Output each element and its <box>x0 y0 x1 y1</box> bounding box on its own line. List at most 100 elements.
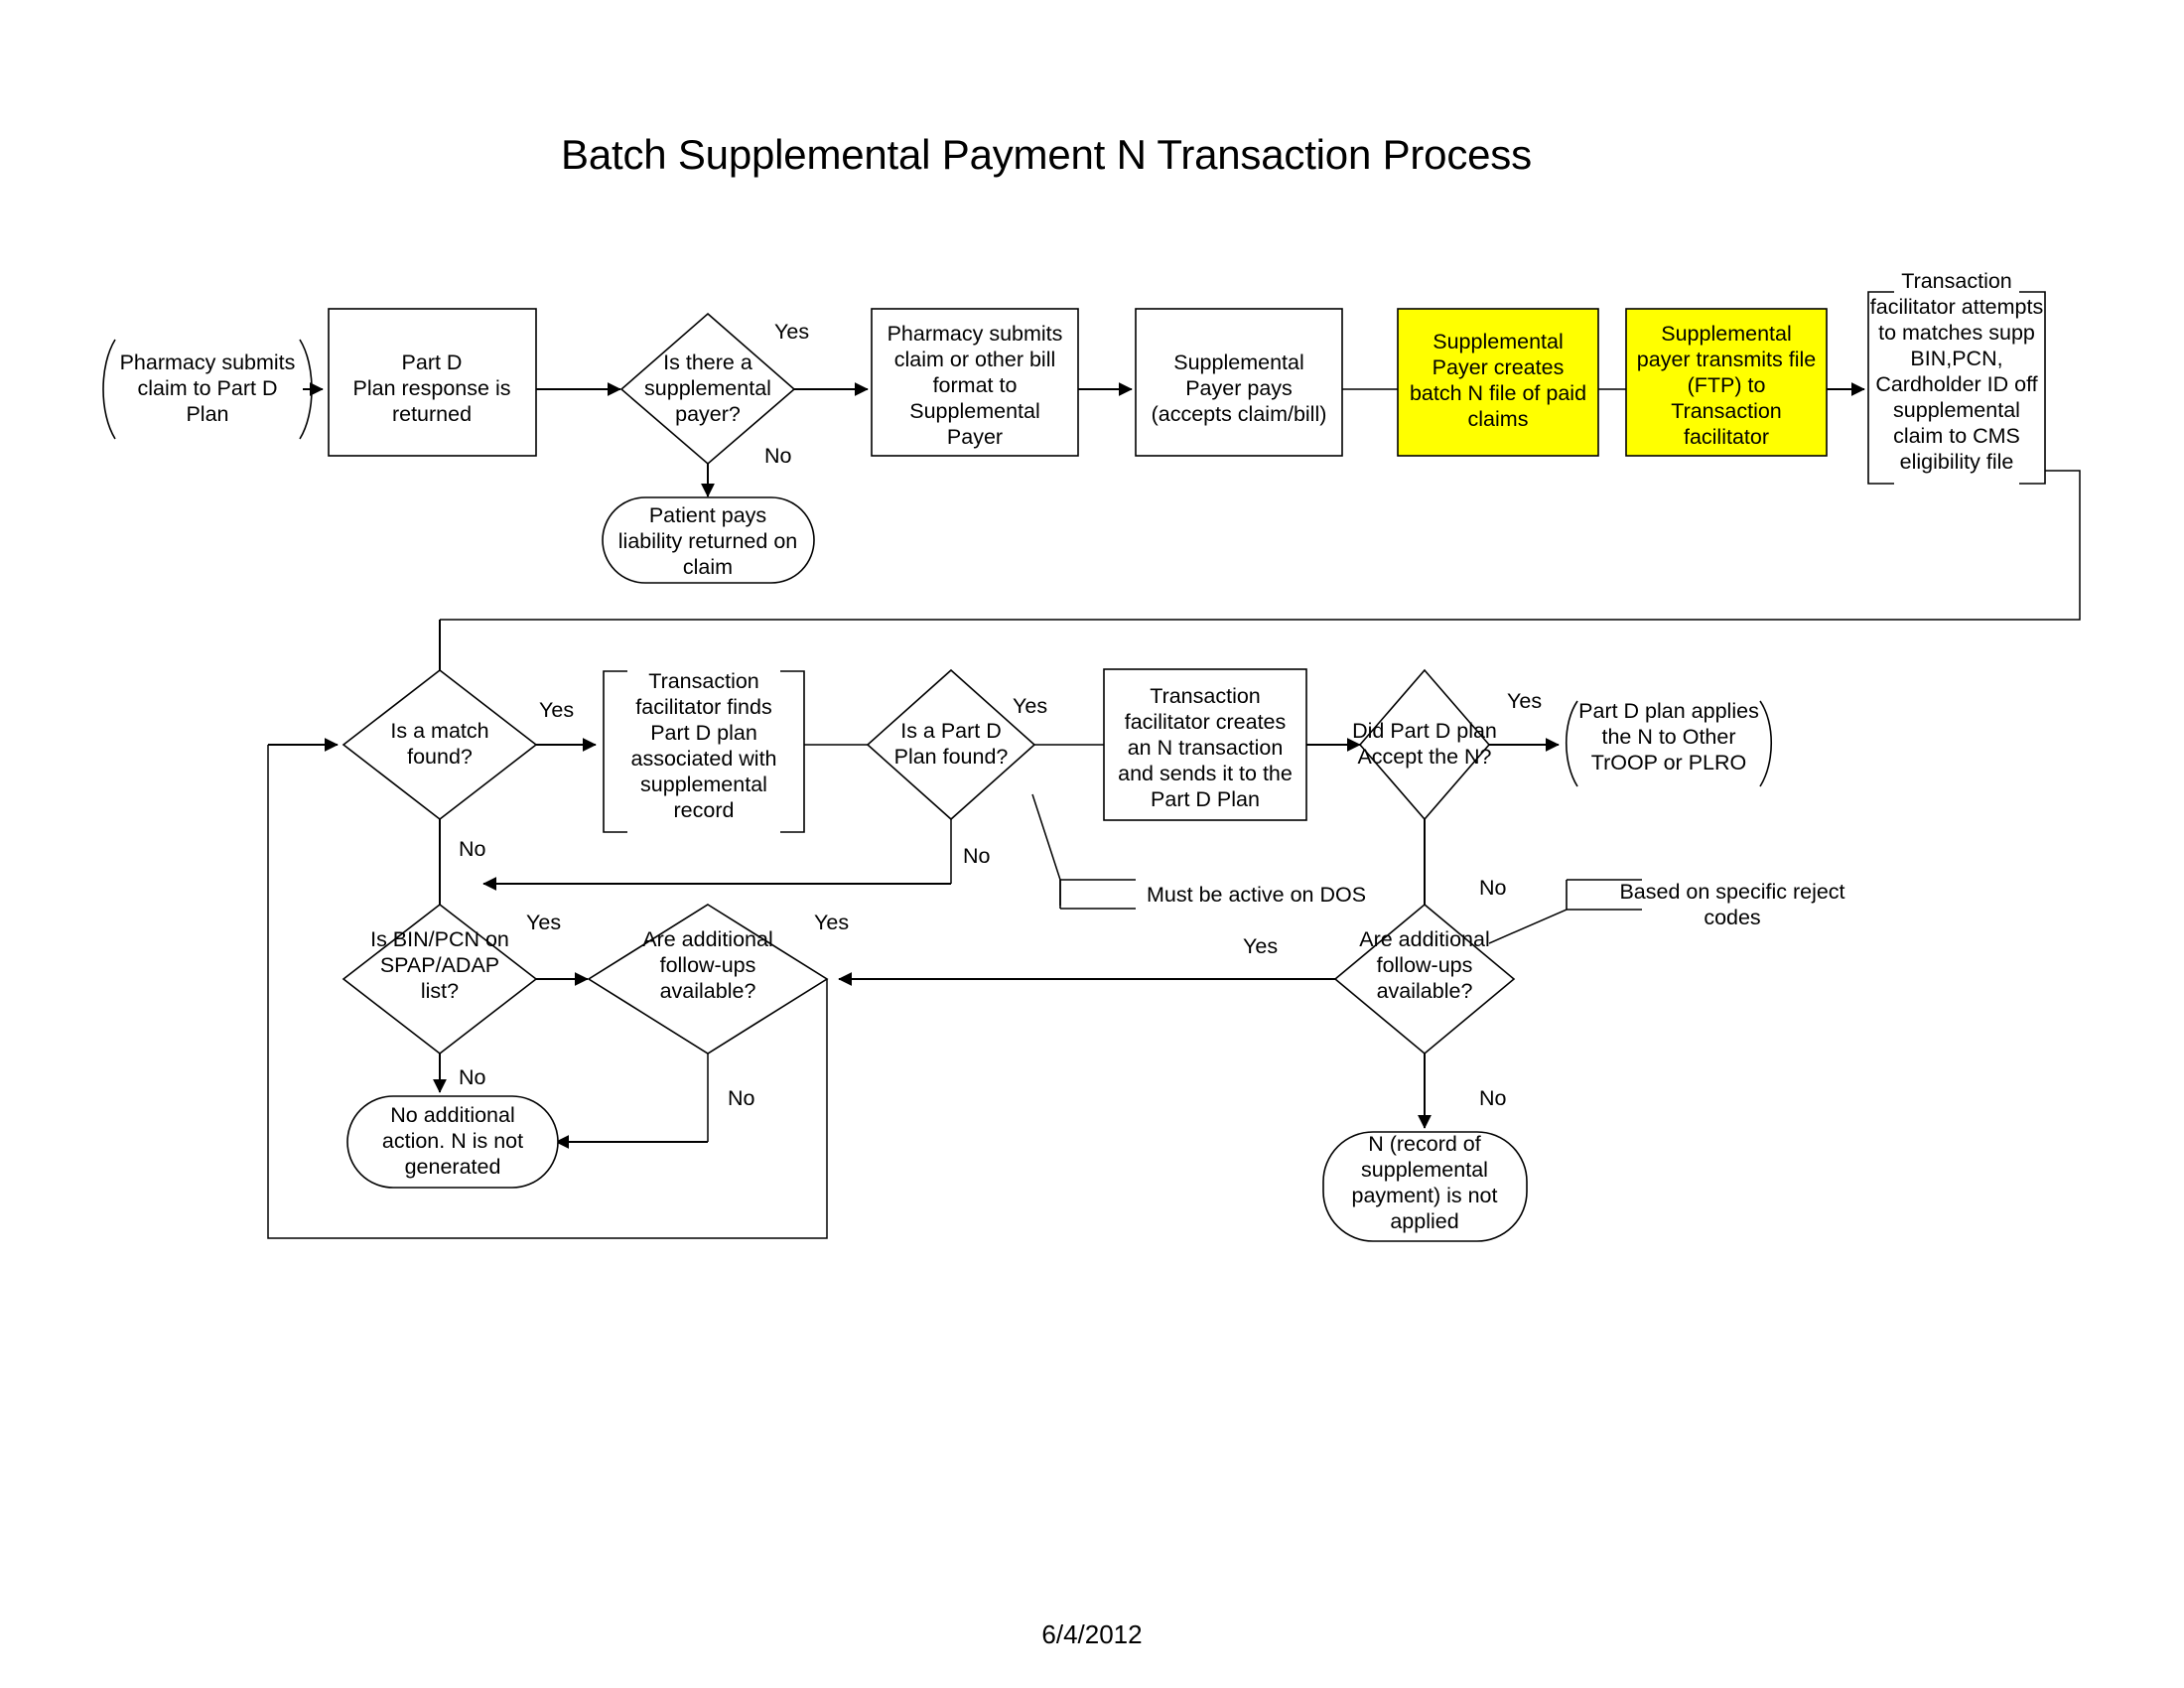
node-text-line: format to <box>933 373 1018 397</box>
node-text-line: supplemental <box>644 376 771 400</box>
node-facilitator-creates-n: Transaction facilitator creates an N tra… <box>1103 668 1307 821</box>
node-text-line: Accept the N? <box>1357 745 1491 769</box>
node-text-line: associated with <box>631 747 777 771</box>
node-text-line: Plan found? <box>894 745 1009 769</box>
node-text-line: facilitator attempts <box>1870 295 2043 319</box>
flowchart-canvas: Batch Supplemental Payment N Transaction… <box>102 131 2081 1649</box>
node-text-line: supplemental <box>1361 1158 1488 1182</box>
leader-must-be-active <box>1031 793 1061 881</box>
node-text-line: Are additional <box>1359 927 1489 951</box>
node-text-line: Is there a <box>663 351 752 374</box>
node-facilitator-finds-plan: Transaction facilitator finds Part D pla… <box>603 669 805 833</box>
node-text-line: TrOOP or PLRO <box>1591 751 1747 774</box>
edge-label-followups-right-no: No <box>1479 1086 1507 1110</box>
node-text-line: Must be active on DOS <box>1147 883 1366 907</box>
node-plan-applies-n: Part D plan applies the N to Other TrOOP… <box>1565 699 1773 787</box>
node-part-d-response: Part D Plan response is returned <box>328 308 537 457</box>
node-text-line: batch N file of paid <box>1410 381 1586 405</box>
edge-label-part-d-found-yes: Yes <box>1013 694 1047 718</box>
node-text-line: facilitator creates <box>1125 710 1287 734</box>
node-pharmacy-submits-part-d: Pharmacy submits claim to Part D Plan <box>102 339 313 440</box>
node-n-not-applied: N (record of supplemental payment) is no… <box>1322 1131 1528 1242</box>
node-followups-right: Are additional follow-ups available? <box>1333 903 1516 1055</box>
node-text-line: Based on specific reject <box>1619 880 1844 904</box>
node-text-line: Supplemental <box>1433 330 1563 353</box>
node-text-line: Supplemental <box>1661 322 1791 346</box>
node-is-part-d-plan-found: Is a Part D Plan found? <box>866 668 1036 821</box>
node-text-line: the N to Other <box>1601 725 1735 749</box>
node-text-line: list? <box>421 979 459 1003</box>
node-text-line: follow-ups <box>660 953 756 977</box>
edge-label-accept-n-no: No <box>1479 876 1507 900</box>
node-text-line: generated <box>405 1155 501 1179</box>
page-title: Batch Supplemental Payment N Transaction… <box>561 131 1532 178</box>
node-text-line: Supplemental <box>909 399 1039 423</box>
node-text-line: Is a match <box>390 719 488 743</box>
node-text-line: Pharmacy submits <box>887 322 1063 346</box>
node-text-line: record <box>674 798 735 822</box>
node-text-line: available? <box>660 979 756 1003</box>
node-text-line: Transaction <box>1150 684 1261 708</box>
node-text-line: Did Part D plan <box>1352 719 1497 743</box>
node-text-line: Part D plan <box>650 721 757 745</box>
node-text-line: Is a Part D <box>900 719 1002 743</box>
node-text-line: N (record of <box>1368 1132 1481 1156</box>
node-text-line: claims <box>1468 407 1529 431</box>
node-patient-pays: Patient pays liability returned on claim <box>602 496 815 584</box>
node-text-line: claim <box>683 555 733 579</box>
node-text-line: Patient pays <box>649 503 766 527</box>
edge-label-bin-pcn-no: No <box>459 1065 486 1089</box>
node-text-line: payer transmits file <box>1637 348 1816 371</box>
node-text-line: Pharmacy submits <box>120 351 296 374</box>
edge-label-supp-payer-yes: Yes <box>774 320 809 344</box>
edge-label-supp-payer-no: No <box>764 444 792 468</box>
node-is-supplemental-payer: Is there a supplemental payer? <box>619 312 796 466</box>
node-text-line: Plan response is <box>353 376 511 400</box>
node-text-line: Payer <box>947 425 1003 449</box>
node-text-line: claim or other bill <box>894 348 1056 371</box>
node-text-line: (accepts claim/bill) <box>1152 402 1327 426</box>
edge-label-followups-left-no: No <box>728 1086 755 1110</box>
node-text-line: codes <box>1704 906 1760 929</box>
node-text-line: applied <box>1390 1209 1458 1233</box>
edge-label-match-found-yes: Yes <box>539 698 574 722</box>
node-text-line: (FTP) to <box>1688 373 1766 397</box>
node-text-line: payer? <box>675 402 741 426</box>
node-text-line: Cardholder ID off <box>1875 372 2037 396</box>
edge-label-accept-n-yes: Yes <box>1507 689 1542 713</box>
footer-date: 6/4/2012 <box>1041 1619 1142 1649</box>
node-pharmacy-submits-supp: Pharmacy submits claim or other bill for… <box>871 308 1079 457</box>
node-text-line: Plan <box>186 402 228 426</box>
node-text-line: follow-ups <box>1377 953 1473 977</box>
node-did-plan-accept-n: Did Part D plan Accept the N? <box>1352 668 1497 821</box>
node-text-line: BIN,PCN, <box>1910 347 2002 370</box>
node-text-line: Are additional <box>642 927 772 951</box>
node-text-line: liability returned on <box>618 529 797 553</box>
node-text-line: found? <box>407 745 473 769</box>
node-text-line: claim to Part D <box>138 376 278 400</box>
node-supp-payer-creates-batch: Supplemental Payer creates batch N file … <box>1397 308 1599 457</box>
node-text-line: Supplemental <box>1173 351 1303 374</box>
node-text-line: available? <box>1377 979 1473 1003</box>
node-text-line: Is BIN/PCN on <box>370 927 509 951</box>
node-text-line: Transaction <box>648 669 759 693</box>
edge-label-bin-pcn-yes: Yes <box>526 911 561 934</box>
leader-based-on-reject <box>1488 909 1568 944</box>
node-text-line: facilitator <box>1684 425 1769 449</box>
node-followups-left: Are additional follow-ups available? <box>587 904 829 1055</box>
node-text-line: SPAP/ADAP <box>380 953 499 977</box>
node-text-line: facilitator finds <box>635 695 771 719</box>
node-text-line: Part D Plan <box>1151 787 1260 811</box>
node-text-line: and sends it to the <box>1118 762 1293 785</box>
edge-label-followups-left-yes: Yes <box>814 911 849 934</box>
node-text-line: Transaction <box>1671 399 1782 423</box>
node-must-be-active-note: Must be active on DOS <box>1059 879 1366 910</box>
edge-label-match-found-no: No <box>459 837 486 861</box>
node-text-line: action. N is not <box>382 1129 523 1153</box>
node-no-additional-action: No additional action. N is not generated <box>346 1095 559 1189</box>
node-text-line: eligibility file <box>1900 450 2014 474</box>
flowchart-page: Batch Supplemental Payment N Transaction… <box>0 0 2184 1688</box>
node-text-line: returned <box>392 402 472 426</box>
node-supp-payer-transmits: Supplemental payer transmits file (FTP) … <box>1625 308 1828 457</box>
node-text-line: an N transaction <box>1128 736 1284 760</box>
